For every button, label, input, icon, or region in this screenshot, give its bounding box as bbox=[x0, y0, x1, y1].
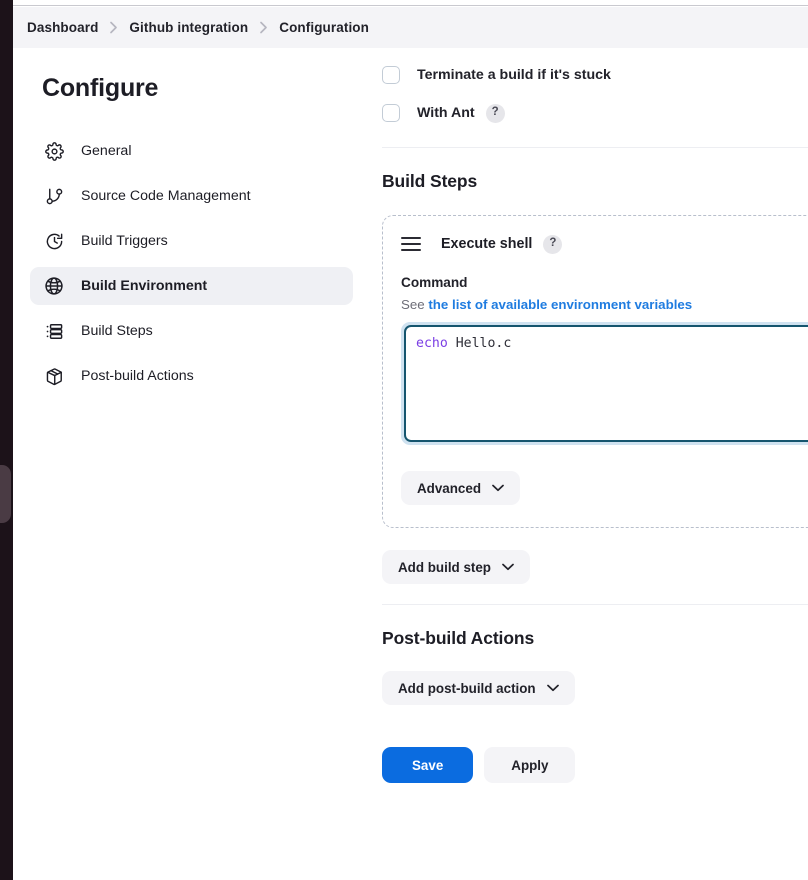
build-step-panel: Execute shell ? Command See the list of … bbox=[382, 215, 808, 528]
chevron-down-icon bbox=[492, 484, 504, 492]
add-build-step-button[interactable]: Add build step bbox=[382, 550, 530, 584]
sidebar-item-label: General bbox=[81, 143, 132, 159]
package-icon bbox=[43, 365, 65, 387]
breadcrumb: Dashboard Github integration Configurati… bbox=[13, 7, 808, 48]
command-editor[interactable]: echo Hello.c bbox=[404, 325, 808, 442]
form-actions: Save Apply bbox=[382, 747, 808, 783]
sidebar: Configure General Source Code Management… bbox=[13, 48, 370, 880]
top-strip bbox=[13, 0, 808, 6]
save-button[interactable]: Save bbox=[382, 747, 474, 783]
with-ant-checkbox[interactable] bbox=[382, 104, 400, 122]
globe-icon bbox=[43, 275, 65, 297]
chevron-right-icon bbox=[109, 21, 118, 34]
apply-button[interactable]: Apply bbox=[484, 747, 576, 783]
help-icon[interactable]: ? bbox=[543, 234, 563, 254]
main-content: Terminate a build if it's stuck With Ant… bbox=[370, 48, 808, 880]
jenkins-configure-page: Dashboard Github integration Configurati… bbox=[0, 0, 808, 880]
advanced-button-label: Advanced bbox=[417, 480, 481, 496]
post-build-actions-heading: Post-build Actions bbox=[382, 628, 535, 648]
environment-variables-link[interactable]: the list of available environment variab… bbox=[428, 297, 692, 312]
checkbox-row-with-ant: With Ant ? bbox=[382, 99, 808, 127]
section-divider bbox=[382, 604, 808, 605]
sidebar-nav: General Source Code Management Build Tri… bbox=[13, 132, 370, 395]
sidebar-item-label: Post-build Actions bbox=[81, 368, 194, 384]
checkbox-row-terminate-stuck-build: Terminate a build if it's stuck bbox=[382, 61, 808, 89]
advanced-button[interactable]: Advanced bbox=[401, 471, 520, 505]
git-branch-icon bbox=[43, 185, 65, 207]
page-title: Configure bbox=[42, 74, 159, 102]
sidebar-item-source-code-management[interactable]: Source Code Management bbox=[30, 177, 353, 215]
sidebar-item-general[interactable]: General bbox=[30, 132, 353, 170]
build-step-header: Execute shell ? bbox=[401, 233, 808, 255]
command-keyword: echo bbox=[416, 336, 448, 351]
build-step-title: Execute shell bbox=[441, 236, 533, 252]
sidebar-item-build-steps[interactable]: Build Steps bbox=[30, 312, 353, 350]
drag-handle-icon[interactable] bbox=[401, 237, 421, 251]
sidebar-item-label: Build Triggers bbox=[81, 233, 168, 249]
build-steps-heading: Build Steps bbox=[382, 171, 478, 191]
sidebar-item-label: Build Environment bbox=[81, 278, 208, 294]
add-post-build-action-label: Add post-build action bbox=[398, 680, 536, 696]
terminate-stuck-build-checkbox[interactable] bbox=[382, 66, 400, 84]
clock-icon bbox=[43, 230, 65, 252]
checkbox-label: With Ant bbox=[417, 105, 475, 121]
help-prefix-text: See bbox=[401, 297, 429, 312]
command-rest: Hello.c bbox=[447, 336, 512, 351]
list-icon bbox=[43, 320, 65, 342]
sidebar-item-build-triggers[interactable]: Build Triggers bbox=[30, 222, 353, 260]
add-post-build-action-button[interactable]: Add post-build action bbox=[382, 671, 575, 705]
help-icon[interactable]: ? bbox=[485, 103, 505, 123]
sidebar-item-post-build-actions[interactable]: Post-build Actions bbox=[30, 357, 353, 395]
command-field-label: Command bbox=[401, 275, 468, 290]
sidebar-item-build-environment[interactable]: Build Environment bbox=[30, 267, 353, 305]
rail-drawer-handle[interactable] bbox=[0, 465, 11, 523]
left-rail bbox=[0, 0, 13, 880]
chevron-down-icon bbox=[546, 684, 559, 692]
checkbox-label: Terminate a build if it's stuck bbox=[417, 67, 611, 83]
add-build-step-label: Add build step bbox=[398, 559, 491, 575]
breadcrumb-item-project[interactable]: Github integration bbox=[129, 20, 248, 35]
section-divider bbox=[382, 147, 808, 148]
command-editor-focus-ring: echo Hello.c bbox=[401, 322, 808, 445]
breadcrumb-item-dashboard[interactable]: Dashboard bbox=[27, 20, 98, 35]
sidebar-item-label: Source Code Management bbox=[81, 188, 251, 204]
gear-icon bbox=[43, 140, 65, 162]
chevron-right-icon bbox=[259, 21, 268, 34]
sidebar-item-label: Build Steps bbox=[81, 323, 153, 339]
breadcrumb-item-configuration[interactable]: Configuration bbox=[279, 20, 369, 35]
command-field-help: See the list of available environment va… bbox=[401, 297, 808, 312]
chevron-down-icon bbox=[502, 563, 514, 571]
